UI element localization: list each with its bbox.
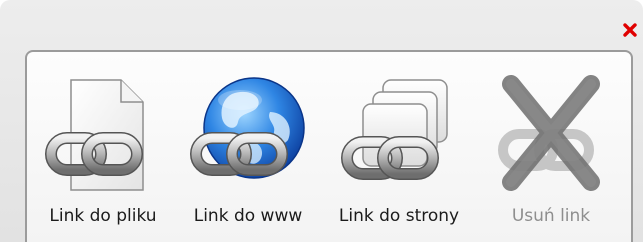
pages-link-icon: [341, 79, 448, 180]
remove-link-button[interactable]: Usuń link: [477, 68, 625, 240]
www-link-button[interactable]: Link do www: [174, 68, 322, 240]
remove-link-icon: [498, 75, 600, 191]
globe-link-icon: [190, 77, 305, 179]
remove-link-label: Usuń link: [511, 206, 591, 226]
file-link-button[interactable]: Link do pliku: [29, 68, 177, 240]
file-link-icon: [45, 79, 144, 191]
www-link-label: Link do www: [193, 206, 303, 226]
page-link-button[interactable]: Link do strony: [325, 68, 473, 240]
page-link-label: Link do strony: [338, 206, 460, 226]
link-options-panel: Link do pliku Link do www Link do strony…: [25, 50, 633, 242]
close-icon: [623, 23, 637, 37]
close-button[interactable]: [623, 22, 637, 37]
file-link-label: Link do pliku: [49, 206, 157, 226]
link-dialog: Link do pliku Link do www Link do strony…: [0, 0, 643, 242]
